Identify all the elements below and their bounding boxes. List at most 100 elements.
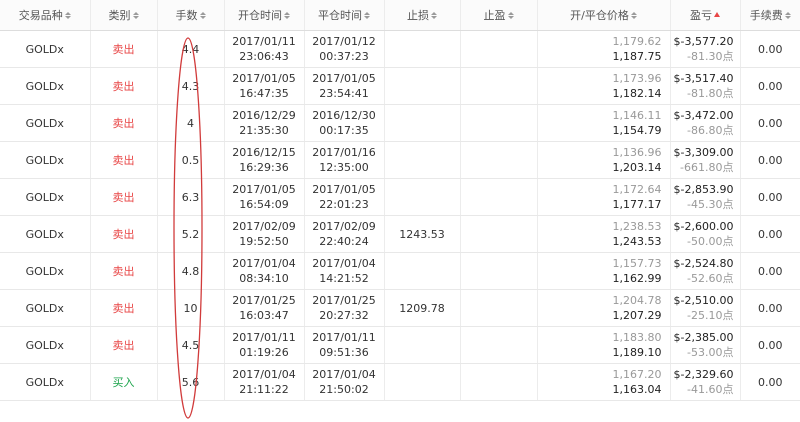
header-open-time[interactable]: 开仓时间	[224, 0, 305, 31]
fee-text: 0.00	[758, 190, 783, 204]
open-price: 1,204.78	[612, 294, 662, 307]
stop-loss-text: 1209.78	[399, 301, 445, 315]
close-time: 09:51:36	[319, 346, 369, 359]
symbol-text: GOLDx	[25, 190, 64, 204]
close-time: 22:01:23	[319, 198, 369, 211]
profit-amount: $-2,329.60	[673, 368, 734, 381]
cell-symbol: GOLDx	[0, 104, 91, 142]
open-time: 16:03:47	[239, 309, 289, 322]
cell-stop-loss	[384, 104, 461, 142]
profit-points: -81.80点	[687, 87, 734, 100]
header-symbol[interactable]: 交易品种	[0, 0, 91, 31]
profit-points: -25.10点	[687, 309, 734, 322]
cell-stop-loss: 1209.78	[384, 289, 461, 327]
header-fee[interactable]: 手续费	[740, 0, 800, 31]
open-time: 21:35:30	[239, 124, 289, 137]
cell-profit: $-2,329.60 -41.60点	[670, 363, 741, 401]
cell-prices: 1,172.64 1,177.17	[537, 178, 671, 216]
symbol-text: GOLDx	[25, 116, 64, 130]
cell-open-time: 2017/01/05 16:47:35	[224, 67, 305, 105]
close-time: 21:50:02	[319, 383, 369, 396]
profit-amount: $-2,853.90	[673, 183, 734, 196]
cell-symbol: GOLDx	[0, 289, 91, 327]
sort-icon[interactable]	[132, 11, 139, 19]
symbol-text: GOLDx	[25, 264, 64, 278]
lots-text: 10	[183, 301, 198, 315]
profit-amount: $-2,600.00	[673, 220, 734, 233]
sort-icon[interactable]	[507, 11, 514, 19]
header-lots[interactable]: 手数	[157, 0, 225, 31]
header-profit[interactable]: 盈亏	[670, 0, 741, 31]
table-row[interactable]: GOLDx 卖出 4.8 2017/01/04 08:34:10 2017/01/04 14…	[0, 252, 800, 290]
open-date: 2017/02/09	[232, 220, 296, 233]
fee-text: 0.00	[758, 116, 783, 130]
close-time: 00:37:23	[319, 50, 369, 63]
header-take-profit[interactable]: 止盈	[460, 0, 538, 31]
cell-prices: 1,136.96 1,203.14	[537, 141, 671, 179]
open-time: 08:34:10	[239, 272, 289, 285]
cell-take-profit	[460, 104, 538, 142]
close-price: 1,177.17	[612, 198, 662, 211]
symbol-text: GOLDx	[25, 338, 64, 352]
table-row[interactable]: GOLDx 卖出 6.3 2017/01/05 16:54:09 2017/01/05 22…	[0, 178, 800, 216]
symbol-text: GOLDx	[25, 153, 64, 167]
sort-icon[interactable]	[64, 11, 71, 19]
header-stop-loss[interactable]: 止损	[384, 0, 461, 31]
lots-text: 4	[187, 116, 194, 130]
cell-lots: 5.6	[157, 363, 225, 401]
close-date: 2017/01/05	[312, 183, 376, 196]
header-take-profit-label: 止盈	[483, 9, 506, 22]
close-time: 22:40:24	[319, 235, 369, 248]
sort-icon[interactable]	[431, 11, 437, 19]
sort-ascending-icon[interactable]	[714, 11, 720, 17]
table-row[interactable]: GOLDx 卖出 4.3 2017/01/05 16:47:35 2017/01/05 23…	[0, 67, 800, 105]
open-date: 2016/12/15	[232, 146, 296, 159]
table-row[interactable]: GOLDx 卖出 4.5 2017/01/11 01:19:26 2017/01/11 09…	[0, 326, 800, 364]
fee-text: 0.00	[758, 375, 783, 389]
table-row[interactable]: GOLDx 卖出 0.5 2016/12/15 16:29:36 2017/01/16 12…	[0, 141, 800, 179]
lots-text: 4.8	[181, 264, 200, 278]
cell-fee: 0.00	[740, 252, 800, 290]
sort-icon[interactable]	[199, 11, 206, 19]
header-prices[interactable]: 开/平仓价格	[537, 0, 671, 31]
type-text: 卖出	[112, 227, 135, 241]
symbol-text: GOLDx	[25, 375, 64, 389]
profit-points: -53.00点	[687, 346, 734, 359]
table-row[interactable]: GOLDx 买入 5.6 2017/01/04 21:11:22 2017/01/04 21…	[0, 363, 800, 401]
table-row[interactable]: GOLDx 卖出 5.2 2017/02/09 19:52:50 2017/02/09 22…	[0, 215, 800, 253]
sort-icon[interactable]	[364, 11, 370, 19]
cell-take-profit	[460, 326, 538, 364]
sort-icon[interactable]	[284, 11, 290, 19]
open-date: 2017/01/05	[232, 183, 296, 196]
open-time: 21:11:22	[239, 383, 289, 396]
table-row[interactable]: GOLDx 卖出 4.4 2017/01/11 23:06:43 2017/01/12 00…	[0, 30, 800, 68]
header-type[interactable]: 类别	[90, 0, 158, 31]
profit-points: -50.00点	[687, 235, 734, 248]
cell-take-profit	[460, 215, 538, 253]
type-text: 卖出	[112, 79, 135, 93]
cell-fee: 0.00	[740, 178, 800, 216]
type-text: 卖出	[112, 116, 135, 130]
close-date: 2017/01/16	[312, 146, 376, 159]
fee-text: 0.00	[758, 338, 783, 352]
cell-fee: 0.00	[740, 30, 800, 68]
sort-icon[interactable]	[630, 11, 637, 19]
header-type-label: 类别	[108, 9, 131, 22]
close-date: 2017/01/05	[312, 72, 376, 85]
profit-points: -52.60点	[687, 272, 734, 285]
table-row[interactable]: GOLDx 卖出 10 2017/01/25 16:03:47 2017/01/25 20:…	[0, 289, 800, 327]
lots-text: 5.2	[181, 227, 200, 241]
cell-fee: 0.00	[740, 326, 800, 364]
close-date: 2016/12/30	[312, 109, 376, 122]
type-text: 卖出	[112, 301, 135, 315]
cell-close-time: 2017/01/05 22:01:23	[304, 178, 385, 216]
lots-text: 4.4	[181, 42, 200, 56]
open-price: 1,167.20	[612, 368, 662, 381]
open-time: 01:19:26	[239, 346, 289, 359]
open-price: 1,136.96	[612, 146, 662, 159]
cell-symbol: GOLDx	[0, 67, 91, 105]
header-close-time[interactable]: 平仓时间	[304, 0, 385, 31]
sort-icon[interactable]	[784, 11, 791, 19]
profit-amount: $-3,577.20	[673, 35, 734, 48]
table-row[interactable]: GOLDx 卖出 4 2016/12/29 21:35:30 2016/12/30 00:1…	[0, 104, 800, 142]
